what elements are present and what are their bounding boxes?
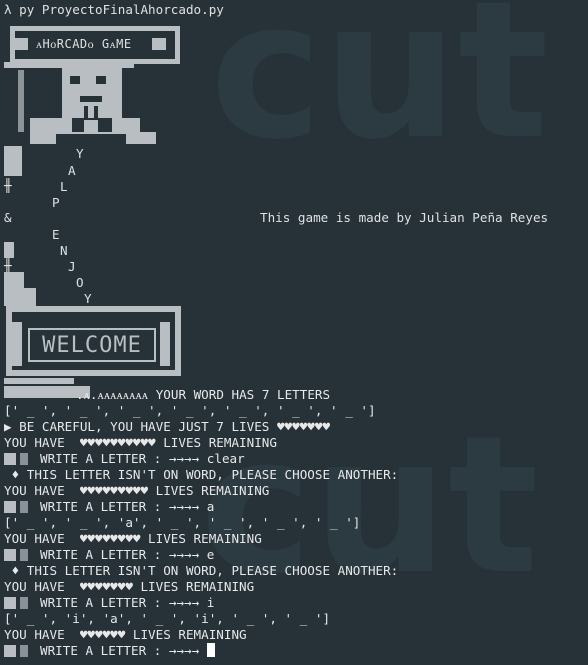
prompt-block-icon [4,501,16,513]
output-text: YOU HAVE ♥♥♥♥♥♥♥ LIVES REMAINING [4,579,255,594]
hangman-head [62,66,122,118]
welcome-title: WELCOME [42,333,142,358]
vertical-letter: J [68,259,76,274]
output-text: [' _ ', ' _ ', ' _ ', ' _ ', ' _ ', ' _ … [4,403,376,418]
output-text: .ᴀ.ᴀᴀᴀᴀᴀᴀᴀᴀ YOUR WORD HAS 7 LETTERS [76,387,331,402]
banner-corner [14,38,28,50]
prompt-block-icon [20,501,28,513]
output-text: WRITE A LETTER : →→→→ clear [40,451,245,466]
output-text: YOU HAVE ♥♥♥♥♥♥♥♥♥♥ LIVES REMAINING [4,435,277,450]
output-text: [' _ ', 'i', 'a', ' _ ', 'i', ' _ ', ' _… [4,611,331,626]
output-line: YOU HAVE ♥♥♥♥♥♥♥ LIVES REMAINING [4,579,254,595]
prompt-block-icon [4,453,16,465]
text-cursor[interactable] [206,643,215,657]
command-line: λ py ProyectoFinalAhorcado.py [4,2,224,17]
banner-corner-right [152,38,166,50]
prompt-block-icon [20,549,28,561]
output-text: ♦ THIS LETTER ISN'T ON WORD, PLEASE CHOO… [4,563,399,578]
output-text: YOU HAVE ♥♥♥♥♥♥ LIVES REMAINING [4,627,247,642]
output-line: ♦ THIS LETTER ISN'T ON WORD, PLEASE CHOO… [4,563,399,579]
output-line: YOU HAVE ♥♥♥♥♥♥♥♥♥ LIVES REMAINING [4,483,269,499]
welcome-stand [4,378,74,384]
vertical-letter: E [52,227,60,242]
output-line: YOU HAVE ♥♥♥♥♥♥♥♥ LIVES REMAINING [4,531,262,547]
prompt-block-icon [4,549,16,561]
output-line: [' _ ', ' _ ', 'a', ' _ ', ' _ ', ' _ ',… [4,515,360,531]
output-text: WRITE A LETTER : →→→→ a [40,499,215,514]
post-art-step [4,160,14,176]
post-art-base2 [4,288,36,306]
post-art-bottom [4,242,14,258]
output-text: WRITE A LETTER : →→→→ [40,643,207,658]
vertical-letter: O [76,275,84,290]
welcome-corner [12,322,22,366]
gallows-left-post [18,70,24,132]
output-line: YOU HAVE ♥♥♥♥♥♥♥♥♥♥ LIVES REMAINING [4,435,277,451]
output-text: YOU HAVE ♥♥♥♥♥♥♥♥ LIVES REMAINING [4,531,262,546]
prompt-block-icon [20,645,28,657]
output-line: [' _ ', 'i', 'a', ' _ ', 'i', ' _ ', ' _… [4,611,330,627]
watermark-logo: cut [210,0,549,181]
input-prompt-line: WRITE A LETTER : →→→→ e [4,547,214,563]
prompt-block-icon [20,597,28,609]
input-prompt-line: WRITE A LETTER : →→→→ i [4,595,214,611]
output-text: YOU HAVE ♥♥♥♥♥♥♥♥♥ LIVES REMAINING [4,483,270,498]
output-text: WRITE A LETTER : →→→→ e [40,547,215,562]
welcome-corner-right [160,322,170,366]
output-text: ▶ BE CAREFUL, YOU HAVE JUST 7 LIVES ♥♥♥♥… [4,419,331,434]
output-text: ♦ THIS LETTER ISN'T ON WORD, PLEASE CHOO… [4,467,399,482]
vertical-letter: & [4,210,12,225]
vertical-letter: A [68,163,76,178]
banner-title: ᴀHᴏRCADᴏ GᴀME [36,37,132,51]
credit-text: This game is made by Julian Peña Reyes [260,210,549,225]
output-text: [' _ ', ' _ ', 'a', ' _ ', ' _ ', ' _ ',… [4,515,361,530]
output-line: .ᴀ.ᴀᴀᴀᴀᴀᴀᴀᴀ YOUR WORD HAS 7 LETTERS [76,387,330,403]
input-prompt-line[interactable]: WRITE A LETTER : →→→→ [4,643,215,659]
terminal-window[interactable]: cut cut λ py ProyectoFinalAhorcado.py ᴀH… [0,0,588,665]
input-prompt-line: WRITE A LETTER : →→→→ a [4,499,214,515]
output-line: ▶ BE CAREFUL, YOU HAVE JUST 7 LIVES ♥♥♥♥… [4,419,330,435]
vertical-letter: P [52,195,60,210]
vertical-letter: Y [84,291,92,306]
vertical-letter: Y [76,146,84,161]
vertical-letter: N [60,243,68,258]
output-line: YOU HAVE ♥♥♥♥♥♥ LIVES REMAINING [4,627,247,643]
output-text: WRITE A LETTER : →→→→ i [40,595,215,610]
output-line: ♦ THIS LETTER ISN'T ON WORD, PLEASE CHOO… [4,467,399,483]
output-line: [' _ ', ' _ ', ' _ ', ' _ ', ' _ ', ' _ … [4,403,376,419]
input-prompt-line: WRITE A LETTER : →→→→ clear [4,451,245,467]
prompt-block-icon [4,645,16,657]
prompt-block-icon [20,453,28,465]
post-glyph-1: ╫ [4,178,12,193]
prompt-block-icon [4,597,16,609]
vertical-letter: L [60,179,68,194]
